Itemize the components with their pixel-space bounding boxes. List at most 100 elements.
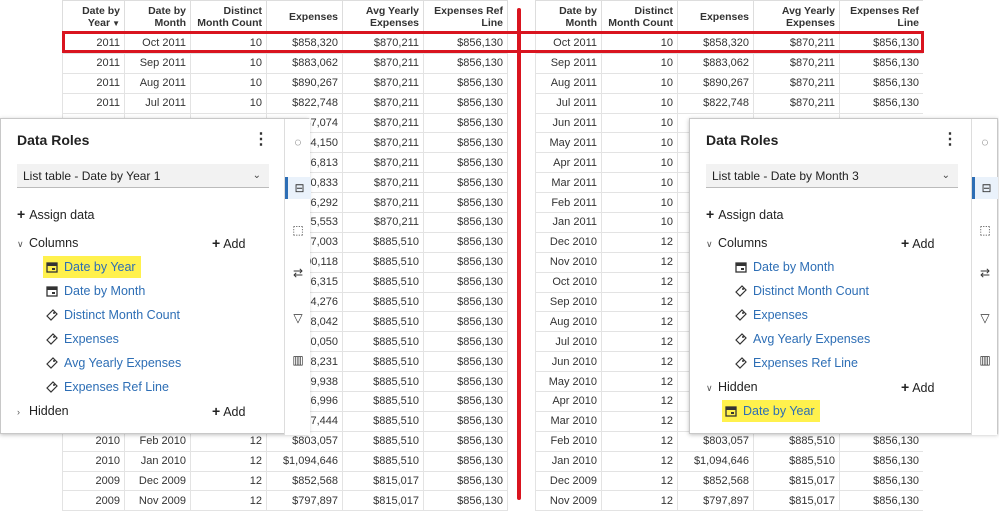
table-cell: 10 [601,212,678,233]
table-cell: $870,211 [342,72,424,94]
palette-icon[interactable]: ◌ [972,131,998,153]
hidden-section-toggle[interactable]: ∨ Hidden [706,380,758,394]
table-cell: 10 [601,192,678,214]
add-column-button[interactable]: + Add [901,235,934,251]
columns-section-toggle[interactable]: ∨ Columns [17,236,78,250]
role-item-date-by-year-hidden[interactable]: Date by Year [722,400,820,422]
table-row[interactable]: 2011 Aug 2011 10 $890,267 $870,211 $856,130 [62,72,508,94]
column-header[interactable]: Avg Yearly Expenses [753,0,840,34]
select-icon[interactable]: ⬚ [972,219,998,241]
sort-icon[interactable]: ⇄ [285,262,311,284]
table-row[interactable]: 2011 Sep 2011 10 $883,062 $870,211 $856,130 [62,52,508,74]
table-row[interactable]: 2011 Jul 2011 10 $822,748 $870,211 $856,130 [62,92,508,114]
chart-icon[interactable]: ▥ [285,349,311,371]
table-cell: $883,062 [266,52,343,74]
data-roles-panel-left: Data Roles ⋮ List table - Date by Year 1… [0,118,311,435]
table-row[interactable]: Oct 2011 10 $858,320 $870,211 $856,130 [535,33,924,54]
more-options-icon[interactable]: ⋮ [942,129,958,149]
table-row[interactable]: 2009 Nov 2009 12 $797,897 $815,017 $856,130 [62,490,508,511]
measure-calc-icon [46,308,60,321]
table-row[interactable]: 2010 Jan 2010 12 $1,094,646 $885,510 $856,130 [62,450,508,472]
table-cell: $885,510 [342,371,424,393]
filter-icon[interactable]: ▽ [285,307,311,329]
column-header[interactable]: Date by Month [535,0,602,34]
add-hidden-button[interactable]: + Add [901,379,934,395]
chart-icon[interactable]: ▥ [972,349,998,371]
column-header[interactable]: Expenses Ref Line [839,0,924,34]
role-item-distinct-month-count[interactable]: Distinct Month Count [43,304,185,326]
column-header[interactable]: Expenses [677,0,754,34]
table-cell: 10 [601,92,678,114]
role-item-date-by-month[interactable]: Date by Month [43,280,150,302]
select-icon[interactable]: ⬚ [285,219,311,241]
role-item-avg-yearly-expenses[interactable]: Avg Yearly Expenses [732,328,875,350]
table-cell: 12 [190,450,267,472]
table-row[interactable]: 2009 Dec 2009 12 $852,568 $815,017 $856,130 [62,470,508,492]
column-header[interactable]: Distinct Month Count [190,0,267,34]
table-cell: Feb 2010 [124,430,191,452]
table-row[interactable]: Nov 2009 12 $797,897 $815,017 $856,130 [535,490,924,511]
role-item-expenses[interactable]: Expenses [732,304,813,326]
role-item-expenses-ref-line[interactable]: Expenses Ref Line [43,376,174,398]
sort-descending-icon[interactable]: ▼ [112,19,120,28]
table-cell: $856,130 [423,231,508,253]
more-options-icon[interactable]: ⋮ [253,129,269,149]
table-cell: 10 [190,33,267,54]
table-cell: 12 [601,410,678,432]
role-item-expenses-ref-line[interactable]: Expenses Ref Line [732,352,863,374]
role-item-label: Date by Year [64,260,136,274]
table-row[interactable]: Jul 2011 10 $822,748 $870,211 $856,130 [535,92,924,114]
table-cell: 12 [601,430,678,452]
table-cell: Mar 2011 [535,172,602,194]
column-header[interactable]: Date by Year ▼ [62,0,125,34]
table-row[interactable]: Dec 2009 12 $852,568 $815,017 $856,130 [535,470,924,492]
columns-label: Columns [718,236,768,250]
table-cell: Oct 2011 [535,33,602,54]
table-cell: $1,094,646 [266,450,343,472]
palette-icon[interactable]: ◌ [285,131,311,153]
data-roles-icon[interactable]: ⊟ [972,177,998,199]
table-cell: $815,017 [753,490,840,511]
table-cell: Mar 2010 [535,410,602,432]
column-header[interactable]: Distinct Month Count [601,0,678,34]
column-header[interactable]: Avg Yearly Expenses [342,0,424,34]
assign-data-button[interactable]: + Assign data [706,206,784,222]
role-item-label: Expenses [753,308,808,322]
object-select-value: List table - Date by Year 1 [23,169,161,183]
column-header-label: Expenses Ref Line [850,5,919,29]
hidden-section-toggle[interactable]: › Hidden [17,404,69,418]
table-row[interactable]: Aug 2011 10 $890,267 $870,211 $856,130 [535,72,924,94]
table-cell: 12 [601,450,678,472]
table-cell: $815,017 [753,470,840,492]
add-label: Add [223,405,246,419]
add-hidden-button[interactable]: + Add [212,403,245,419]
column-header[interactable]: Expenses Ref Line [423,0,508,34]
role-item-date-by-month[interactable]: Date by Month [732,256,839,278]
add-column-button[interactable]: + Add [212,235,245,251]
object-select[interactable]: List table - Date by Year 1 ⌄ [17,164,269,188]
table-cell: 10 [601,112,678,134]
role-item-date-by-year[interactable]: Date by Year [43,256,141,278]
table-cell: $856,130 [423,92,508,114]
sort-icon[interactable]: ⇄ [972,262,998,284]
data-roles-icon[interactable]: ⊟ [285,177,311,199]
column-header-label: Expenses Ref Line [434,5,503,29]
column-header[interactable]: Date by Month [124,0,191,34]
table-cell: $856,130 [423,391,508,412]
table-row[interactable]: 2011 Oct 2011 10 $858,320 $870,211 $856,130 [62,33,508,54]
table-cell: 10 [190,92,267,114]
role-item-avg-yearly-expenses[interactable]: Avg Yearly Expenses [43,352,186,374]
filter-icon[interactable]: ▽ [972,307,998,329]
table-row[interactable]: Sep 2011 10 $883,062 $870,211 $856,130 [535,52,924,74]
table-row[interactable]: Feb 2010 12 $803,057 $885,510 $856,130 [535,430,924,452]
table-row[interactable]: Jan 2010 12 $1,094,646 $885,510 $856,130 [535,450,924,472]
table-cell: $856,130 [423,33,508,54]
role-item-expenses[interactable]: Expenses [43,328,124,350]
role-item-label: Distinct Month Count [64,308,181,322]
column-header[interactable]: Expenses [266,0,343,34]
object-select[interactable]: List table - Date by Month 3 ⌄ [706,164,958,188]
role-item-distinct-month-count[interactable]: Distinct Month Count [732,280,874,302]
columns-section-toggle[interactable]: ∨ Columns [706,236,767,250]
assign-data-button[interactable]: + Assign data [17,206,95,222]
role-item-label: Expenses Ref Line [753,356,858,370]
